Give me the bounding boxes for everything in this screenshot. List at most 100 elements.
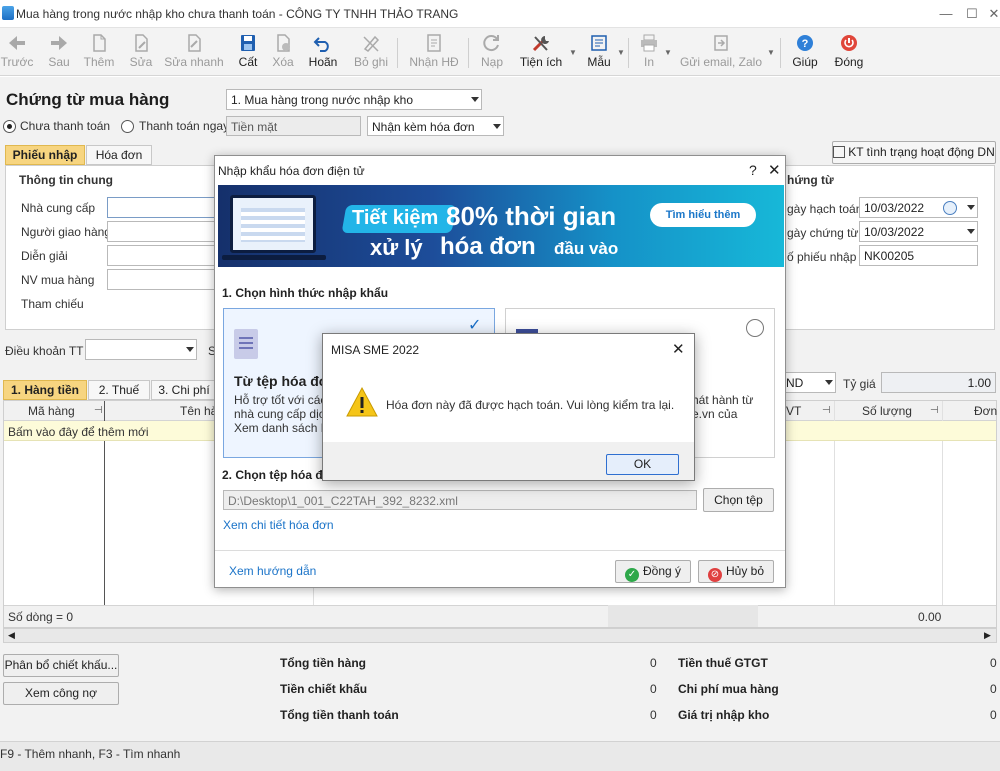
unpost-button[interactable]: Bỏ ghi	[350, 30, 392, 74]
voucher-date-input[interactable]: 10/03/2022	[859, 221, 978, 242]
help-icon: ?	[797, 35, 813, 51]
template-button[interactable]: Mẫu	[584, 30, 614, 74]
view-invoice-detail-link[interactable]: Xem chi tiết hóa đơn	[223, 518, 334, 532]
send-email-zalo-button[interactable]: Gửi email, Zalo	[678, 30, 764, 74]
quick-edit-icon	[188, 34, 201, 52]
arrow-left-icon	[9, 36, 25, 50]
view-debt-button[interactable]: Xem công nợ	[3, 682, 119, 705]
message-box-close-icon[interactable]: ✕	[672, 340, 685, 358]
discount-value: 0	[650, 682, 657, 696]
chevron-down-icon[interactable]: ▼	[664, 48, 672, 57]
check-circle-icon: ✓	[624, 568, 639, 582]
save-button[interactable]: Cất	[234, 30, 262, 74]
dialog-title: Nhập khẩu hóa đơn điện tử	[218, 164, 365, 178]
cancel-button[interactable]: ⊘ Hủy bỏ	[698, 560, 774, 583]
payment-method-field[interactable]: Tiền mặt	[226, 116, 361, 136]
payment-terms-select[interactable]	[85, 339, 197, 360]
discount-allocation-button[interactable]: Phân bổ chiết khấu...	[3, 654, 119, 677]
posting-date-input[interactable]: 10/03/2022	[859, 197, 978, 218]
invoice-mode-select[interactable]: Nhận kèm hóa đơn	[367, 116, 504, 136]
agree-button[interactable]: ✓ Đồng ý	[615, 560, 691, 583]
import-value-value: 0	[990, 708, 997, 722]
refresh-icon	[483, 35, 499, 52]
choose-file-button[interactable]: Chọn tệp	[703, 488, 774, 512]
tab-receipt[interactable]: Phiếu nhập	[5, 145, 85, 165]
undo-icon	[313, 37, 329, 52]
tab-tax[interactable]: 2. Thuế	[88, 380, 150, 400]
utilities-button[interactable]: Tiện ích	[516, 30, 566, 74]
template-icon	[591, 35, 607, 51]
goods-total-label: Tổng tiền hàng	[280, 656, 366, 670]
option2-radio[interactable]	[746, 319, 764, 337]
purchaser-input[interactable]	[107, 269, 217, 290]
cancel-circle-icon: ⊘	[707, 568, 722, 582]
exchange-rate-input[interactable]: 1.00	[881, 372, 996, 393]
row-count: Số dòng = 0	[8, 610, 74, 624]
tools-icon	[532, 36, 549, 52]
unpost-icon	[363, 35, 380, 52]
scroll-right-icon[interactable]: ▶	[984, 630, 991, 641]
document-icon	[234, 329, 258, 359]
quick-edit-button[interactable]: Sửa nhanh	[164, 30, 224, 74]
reference-label: Tham chiếu	[21, 297, 84, 311]
col-qty-header: Số lượng	[862, 404, 912, 418]
deliverer-input[interactable]	[107, 221, 217, 242]
description-input[interactable]	[107, 245, 217, 266]
help-question-icon[interactable]: ?	[749, 162, 757, 178]
doc-lines	[239, 337, 253, 351]
paid-now-label: Thanh toán ngay	[139, 119, 230, 133]
next-button[interactable]: Sau	[42, 30, 76, 74]
payment-terms-label: Điều khoản TT	[5, 344, 84, 358]
kt-status-button[interactable]: KT tình trạng hoạt động DN	[832, 141, 996, 164]
minimize-icon[interactable]: —	[932, 0, 960, 28]
close-button[interactable]: Đóng	[830, 30, 868, 74]
file-path-input[interactable]: D:\Desktop\1_001_C22TAH_392_8232.xml	[223, 490, 697, 510]
paid-now-radio[interactable]	[121, 120, 134, 133]
section-choose-file: 2. Chọn tệp hóa đ	[222, 468, 323, 482]
receipt-no-input[interactable]: NK00205	[859, 245, 978, 266]
tab-invoice[interactable]: Hóa đơn	[86, 145, 152, 165]
message-box-title: MISA SME 2022	[331, 343, 420, 357]
edit-button[interactable]: Sửa	[126, 30, 156, 74]
guide-link[interactable]: Xem hướng dẫn	[229, 564, 316, 578]
general-info-heading: Thông tin chung	[19, 173, 113, 187]
unpaid-radio[interactable]	[3, 120, 16, 133]
voucher-type-select[interactable]: 1. Mua hàng trong nước nhập kho	[226, 89, 482, 110]
message-ok-button[interactable]: OK	[606, 454, 679, 475]
undo-button[interactable]: Hoãn	[306, 30, 340, 74]
load-button[interactable]: Nạp	[476, 30, 508, 74]
add-button[interactable]: Thêm	[82, 30, 116, 74]
new-document-icon	[93, 34, 106, 52]
help-button[interactable]: ? Giúp	[790, 30, 820, 74]
purchaser-label: NV mua hàng	[21, 273, 95, 287]
option2-desc-2: e.vn của	[692, 407, 738, 421]
print-button[interactable]: In	[636, 30, 662, 74]
chevron-down-icon[interactable]: ▼	[767, 48, 775, 57]
toolbar-separator	[780, 38, 781, 68]
supplier-input[interactable]	[107, 197, 217, 218]
promo-banner[interactable]: Tiết kiệm 80% thời gian xử lý hóa đơn đầ…	[218, 185, 784, 267]
delete-button[interactable]: Xóa	[268, 30, 298, 74]
close-icon[interactable]: ✕	[980, 0, 1000, 28]
chevron-down-icon[interactable]: ▼	[617, 48, 625, 57]
learn-more-button[interactable]: Tìm hiểu thêm	[650, 203, 756, 227]
tab-goods-money[interactable]: 1. Hàng tiền	[3, 380, 87, 400]
receive-invoice-button[interactable]: Nhận HĐ	[406, 30, 462, 74]
save-icon	[241, 35, 255, 51]
laptop-screen-rows	[241, 208, 305, 242]
horizontal-scrollbar[interactable]: ◀ ▶	[3, 628, 997, 643]
svg-text:?: ?	[802, 38, 809, 50]
chevron-down-icon[interactable]: ▼	[569, 48, 577, 57]
tab-cost[interactable]: 3. Chi phí	[151, 380, 217, 400]
dialog-close-icon[interactable]: ✕	[768, 161, 781, 179]
app-icon	[2, 6, 14, 20]
toolbar-separator	[468, 38, 469, 68]
toolbar-separator	[628, 38, 629, 68]
scroll-left-icon[interactable]: ◀	[8, 630, 15, 641]
vat-label: Tiền thuế GTGT	[678, 656, 768, 670]
status-bar: F9 - Thêm nhanh, F3 - Tìm nhanh	[0, 741, 1000, 771]
chevron-down-icon	[471, 97, 479, 102]
toolbar-separator	[397, 38, 398, 68]
back-button[interactable]: Trước	[0, 30, 34, 74]
dialog-divider	[215, 550, 785, 551]
